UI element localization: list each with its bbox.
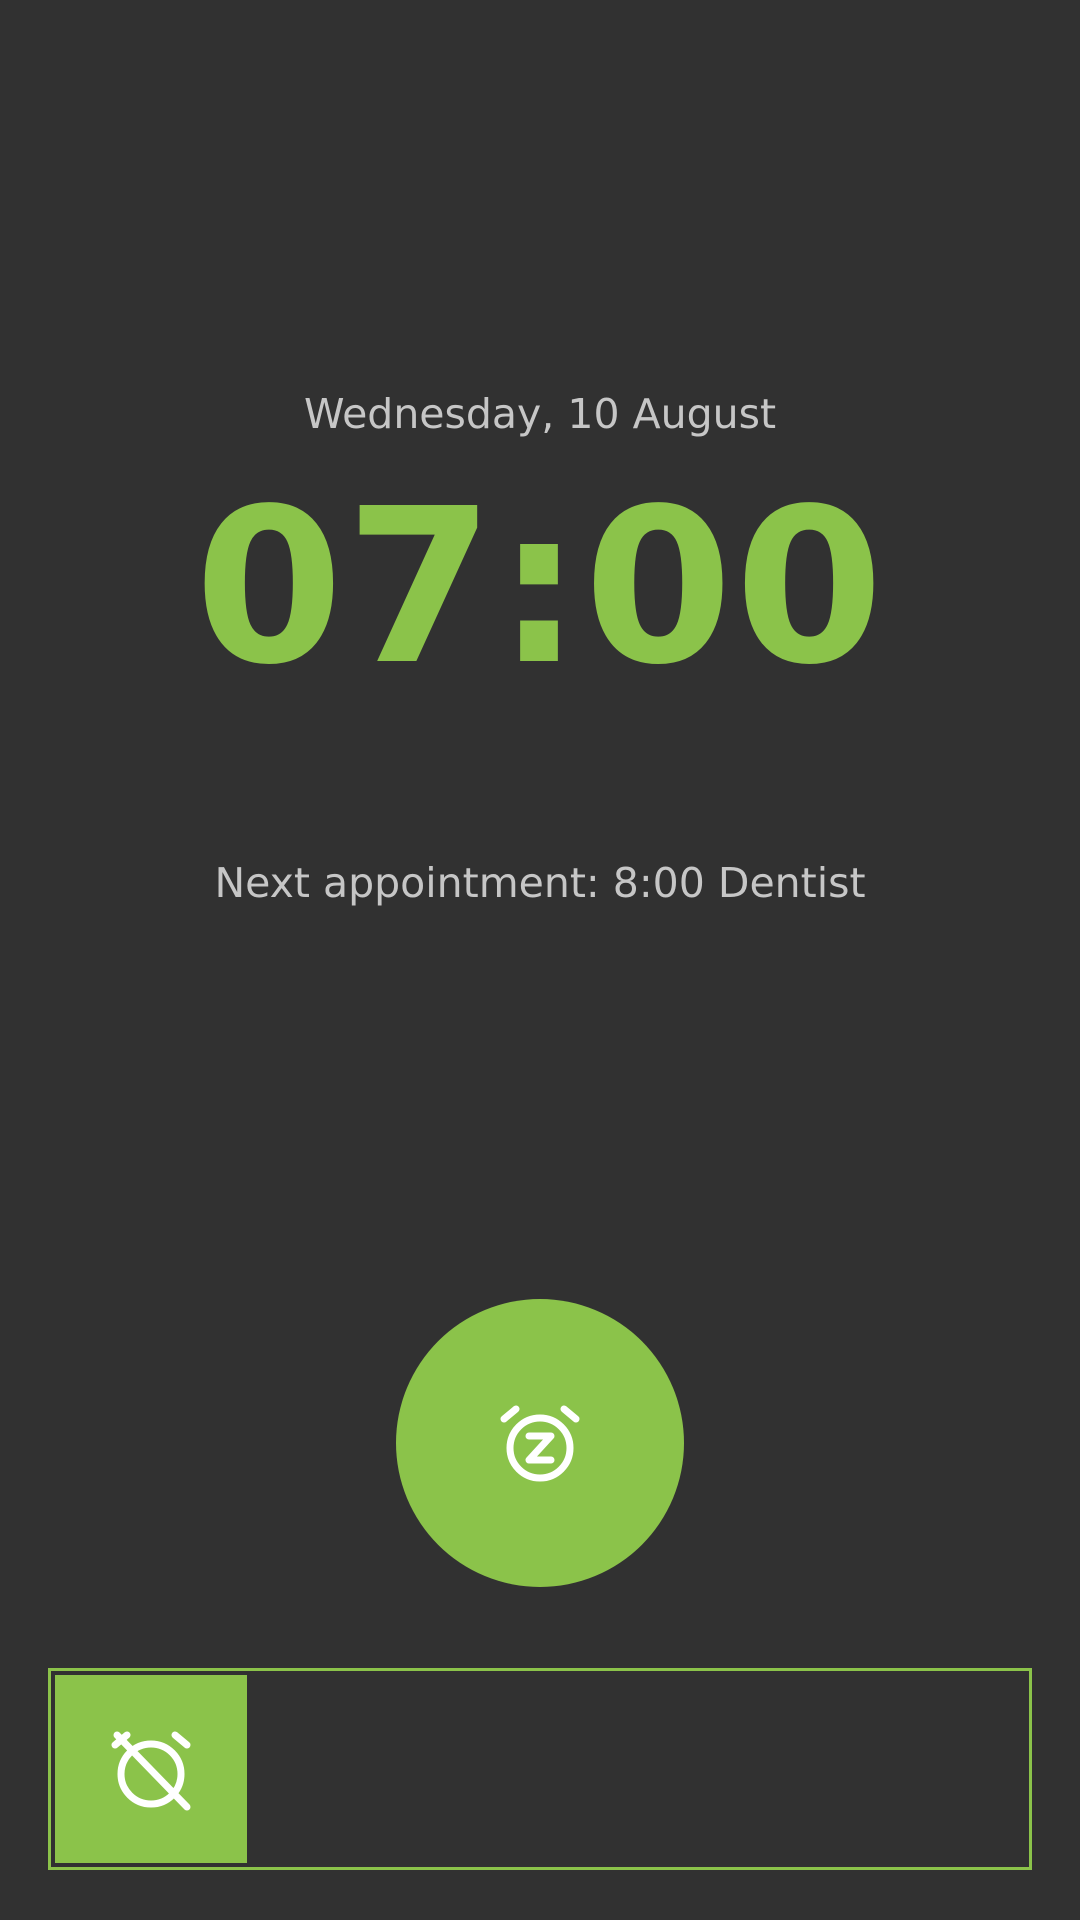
- snooze-button[interactable]: [396, 1299, 684, 1587]
- dismiss-slider-track[interactable]: [48, 1668, 1032, 1870]
- snooze-alarm-icon: [498, 1401, 582, 1485]
- alarm-off-icon: [109, 1727, 193, 1811]
- dismiss-slider-handle[interactable]: [55, 1675, 247, 1863]
- next-appointment-text: Next appointment: 8:00 Dentist: [214, 859, 866, 907]
- alarm-screen: Wednesday, 10 August 07:00 Next appointm…: [0, 0, 1080, 1920]
- alarm-time: 07:00: [194, 463, 886, 712]
- alarm-date: Wednesday, 10 August: [303, 390, 777, 438]
